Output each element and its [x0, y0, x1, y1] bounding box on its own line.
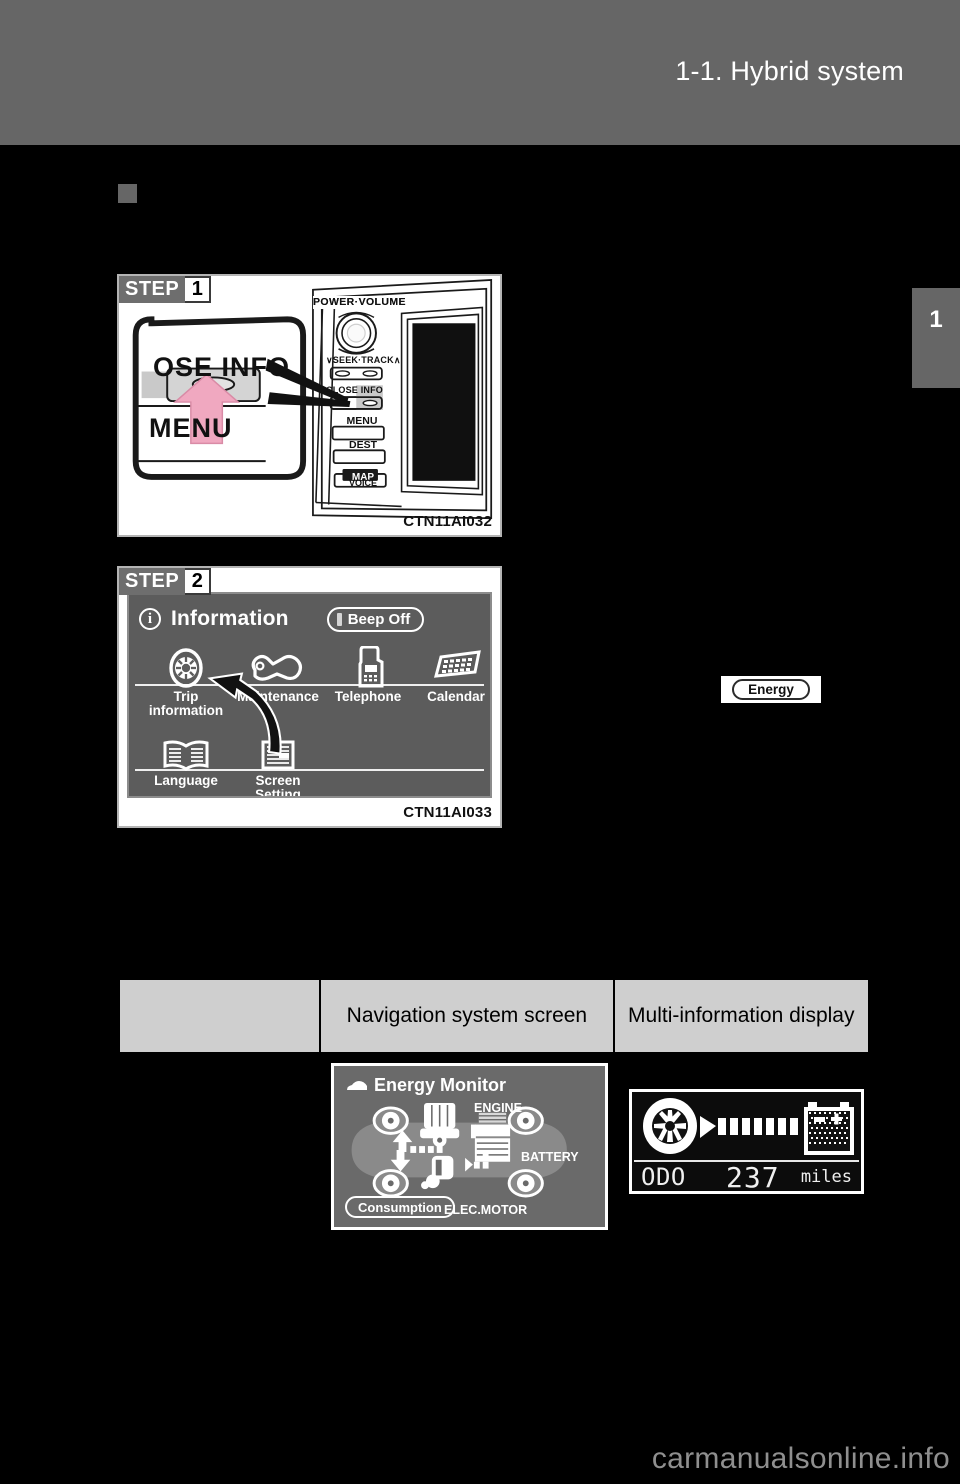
callout-label-menu: MENU — [149, 413, 233, 443]
figure-1-code: CTN11AI032 — [403, 513, 492, 530]
mid-odometer-row: ODO 237 miles — [632, 1160, 861, 1194]
chapter-tab: 1 — [912, 288, 960, 388]
step-1-number: 1 — [185, 276, 212, 303]
odo-unit: miles — [800, 1167, 852, 1187]
nav-screen-title-row: i Information Beep Off — [139, 602, 480, 636]
callout-label-close-info: OSE INFO — [153, 352, 291, 382]
nav-item-telephone[interactable]: Telephone — [321, 644, 415, 704]
label-seek-track-text: SEEK·TRACK — [332, 355, 394, 365]
nav-item-language[interactable]: Language — [139, 728, 233, 788]
energy-button[interactable]: Energy — [732, 679, 810, 700]
nav-item-screen-setting[interactable]: Screen Setting — [231, 728, 325, 798]
energy-monitor-screen[interactable]: Energy Monitor ENGINE BATTERY ELEC.MOTOR… — [331, 1063, 608, 1230]
phone-icon — [321, 644, 415, 688]
calendar-icon — [409, 644, 490, 688]
nav-item-maintenance-label: Maintenance — [237, 689, 319, 704]
chapter-tab-number: 1 — [929, 306, 943, 333]
energy-monitor-title-row: Energy Monitor — [346, 1075, 506, 1096]
odo-label: ODO — [641, 1163, 686, 1191]
nav-item-calendar[interactable]: Calendar — [409, 644, 490, 704]
manual-page: 1-1. Hybrid system 1 STEP 1 OSE INFO MEN… — [0, 0, 960, 1484]
step-2-number: 2 — [185, 568, 212, 595]
odo-value: 237 — [726, 1160, 780, 1194]
beep-indicator-icon — [336, 612, 342, 626]
nav-item-telephone-label: Telephone — [334, 689, 402, 704]
label-voice-button: VOICE — [348, 478, 377, 488]
label-dest-button: DEST — [348, 439, 377, 451]
energy-label-engine: ENGINE — [474, 1101, 522, 1115]
nav-item-maintenance[interactable]: Maintenance — [231, 644, 325, 704]
energy-button-wrap: Energy — [721, 676, 821, 703]
energy-label-elec-motor: ELEC.MOTOR — [444, 1203, 528, 1217]
nav-item-language-label: Language — [154, 773, 218, 788]
label-power-volume-text: POWER·VOLUME — [313, 296, 406, 308]
nav-item-calendar-label: Calendar — [427, 689, 485, 704]
label-seek-track: ∨SEEK·TRACK∧ — [326, 355, 401, 366]
energy-label-battery: BATTERY — [521, 1150, 579, 1164]
table-header-multi-information-display: Multi-information display — [612, 978, 871, 1054]
seek-down-chevron-icon: ∨ — [326, 355, 333, 365]
nav-item-trip-information[interactable]: Trip information — [139, 644, 233, 718]
page-header-band: 1-1. Hybrid system — [0, 0, 960, 145]
wrench-icon — [231, 644, 325, 688]
seek-up-chevron-icon: ∧ — [393, 355, 401, 365]
figure-step-2: STEP 2 i Information Beep Off Trip infor… — [117, 566, 502, 828]
energy-monitor-title: Energy Monitor — [374, 1075, 507, 1095]
car-silhouette-icon — [347, 1080, 367, 1090]
table-header-blank — [117, 978, 322, 1054]
book-icon — [139, 728, 233, 772]
label-menu-button: MENU — [346, 415, 378, 427]
tire-icon — [139, 644, 233, 688]
nav-menu-grid: Trip information Maintenance Telephone C… — [135, 640, 485, 796]
page-title: 1-1. Hybrid system — [675, 56, 904, 86]
step-1-word: STEP — [119, 276, 186, 303]
comparison-table: Navigation system screen Multi-informati… — [117, 978, 871, 1054]
figure-2-code: CTN11AI033 — [403, 804, 492, 821]
section-bullet-square — [118, 184, 137, 203]
step-1-illustration — [132, 279, 493, 520]
table-header-navigation-screen: Navigation system screen — [319, 978, 615, 1054]
navigation-information-screen[interactable]: i Information Beep Off Trip information … — [127, 592, 492, 798]
label-close-info: CLOSE INFO — [326, 385, 384, 395]
step-2-word: STEP — [119, 568, 186, 595]
figure-step-1: STEP 1 OSE INFO MENU ∨SEEK·TRACK∧ CLOSE … — [117, 274, 502, 537]
consumption-button-label: Consumption — [358, 1199, 442, 1215]
nav-screen-title: Information — [171, 607, 289, 630]
info-circle-icon: i — [139, 608, 161, 630]
nav-item-trip-information-label: Trip information — [148, 689, 224, 718]
screen-setting-icon — [231, 728, 325, 772]
step-1-badge: STEP 1 — [119, 276, 212, 303]
table-header-row: Navigation system screen Multi-informati… — [117, 978, 871, 1054]
site-watermark: carmanualsonline.info — [651, 1442, 950, 1475]
mid-energy-flow-graphic — [643, 1098, 854, 1155]
beep-off-label: Beep Off — [347, 610, 411, 628]
multi-information-display: ODO 237 miles — [629, 1089, 864, 1194]
nav-item-screen-setting-label: Screen Setting — [255, 773, 301, 798]
consumption-button[interactable]: Consumption — [345, 1196, 455, 1218]
beep-off-button[interactable]: Beep Off — [326, 606, 425, 632]
step-2-badge: STEP 2 — [119, 568, 212, 595]
